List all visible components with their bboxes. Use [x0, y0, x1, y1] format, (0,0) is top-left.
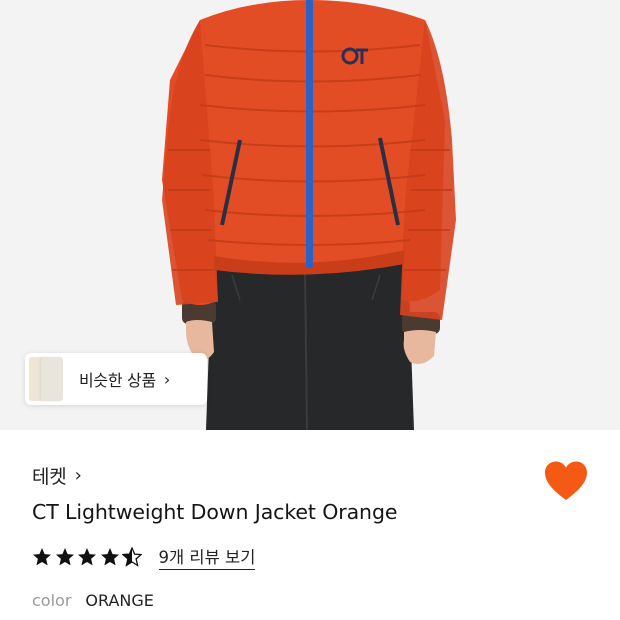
color-value: ORANGE: [85, 591, 154, 610]
brand-name: 테켓: [32, 466, 67, 488]
star-rating: [32, 547, 145, 567]
chevron-right-icon: ›: [74, 465, 82, 486]
reviews-link[interactable]: 9개 리뷰 보기: [158, 544, 256, 570]
chevron-right-icon: ›: [163, 369, 171, 389]
star-full-icon: [100, 548, 119, 566]
similar-products-button[interactable]: 비슷한 상품 ›: [25, 353, 207, 405]
star-full-icon: [33, 548, 51, 566]
similar-products-label: 비슷한 상품: [79, 371, 156, 390]
brand-link[interactable]: 테켓 ›: [32, 462, 82, 489]
similar-product-thumbnails: [25, 353, 69, 405]
color-option: color ORANGE: [32, 591, 154, 610]
star-full-icon: [55, 548, 74, 566]
heart-icon[interactable]: [543, 460, 589, 502]
similar-thumb: [41, 357, 63, 401]
star-full-icon: [78, 548, 96, 566]
product-image[interactable]: 비슷한 상품 ›: [0, 0, 620, 430]
star-half-icon: [122, 547, 142, 567]
rating-row: 9개 리뷰 보기: [32, 544, 256, 570]
color-label: color: [32, 591, 72, 610]
product-title: CT Lightweight Down Jacket Orange: [32, 500, 398, 524]
